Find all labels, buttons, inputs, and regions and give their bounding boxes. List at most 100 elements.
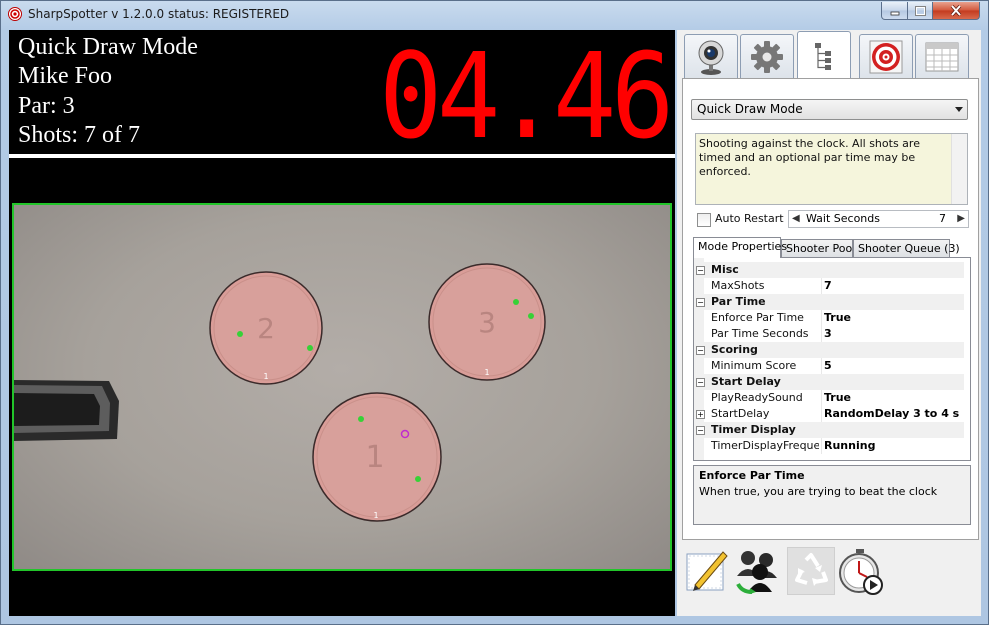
tab-camera[interactable] xyxy=(684,34,738,78)
recycle-icon xyxy=(795,553,828,586)
close-button[interactable] xyxy=(932,2,980,20)
collapse-icon[interactable]: − xyxy=(696,426,705,435)
wait-seconds-label: Wait Seconds xyxy=(806,212,880,225)
scoreboard: Quick Draw Mode Mike Foo Par: 3 Shots: 7… xyxy=(9,30,675,154)
edit-pencil-icon xyxy=(686,551,728,591)
category-start-delay[interactable]: − Start Delay xyxy=(694,374,964,390)
property-row[interactable]: Enforce Par Time True xyxy=(694,310,964,326)
webcam-icon xyxy=(698,40,724,75)
tab-shooter-pool[interactable]: Shooter Pool xyxy=(781,239,855,257)
property-row[interactable]: PlayReadySound True xyxy=(694,390,964,406)
calendar-grid-icon xyxy=(925,42,959,71)
target-bottom-label: 1 xyxy=(484,368,489,377)
stopwatch-play-icon xyxy=(839,549,883,595)
shooters-button[interactable] xyxy=(734,547,782,595)
collapse-icon[interactable]: − xyxy=(696,266,705,275)
mode-select[interactable]: Quick Draw Mode xyxy=(691,99,968,120)
target-number: 3 xyxy=(478,306,496,339)
property-value[interactable]: 5 xyxy=(824,358,832,374)
category-label: Par Time xyxy=(711,295,766,308)
category-par-time[interactable]: − Par Time xyxy=(694,294,964,310)
help-title: Enforce Par Time xyxy=(699,469,805,482)
hit-marker xyxy=(307,345,313,351)
auto-restart-checkbox[interactable] xyxy=(697,213,711,227)
collapse-icon[interactable]: − xyxy=(696,346,705,355)
property-name: PlayReadySound xyxy=(711,391,803,404)
gear-icon xyxy=(751,40,783,73)
collapse-icon[interactable]: − xyxy=(696,298,705,307)
camera-feed[interactable]: 2 1 3 1 1 1 xyxy=(12,203,672,571)
tab-settings[interactable] xyxy=(740,34,794,78)
tree-icon xyxy=(815,42,831,70)
maximize-button[interactable] xyxy=(907,2,933,20)
property-row[interactable]: Par Time Seconds 3 xyxy=(694,326,964,342)
hit-marker xyxy=(358,416,364,422)
property-tabs: Mode Properties Shooter Pool Shooter Que… xyxy=(693,237,973,258)
category-misc[interactable]: − Misc xyxy=(694,262,964,278)
target-2[interactable]: 2 1 xyxy=(209,271,323,385)
property-name: Enforce Par Time xyxy=(711,311,804,324)
action-toolbar xyxy=(677,543,981,613)
property-value[interactable]: 3 xyxy=(824,326,832,342)
property-value[interactable]: True xyxy=(824,310,851,326)
timer-text: 04.46 xyxy=(379,34,669,150)
title-bar[interactable]: SharpSpotter v 1.2.0.0 status: REGISTERE… xyxy=(1,1,988,29)
category-timer-display[interactable]: − Timer Display xyxy=(694,422,964,438)
timer-display: 04.46 xyxy=(379,34,673,150)
property-name: StartDelay xyxy=(711,407,770,420)
property-value[interactable]: True xyxy=(824,390,851,406)
expand-icon[interactable]: + xyxy=(696,410,705,419)
minimize-button[interactable] xyxy=(881,2,908,20)
wall-object xyxy=(14,380,119,441)
property-value[interactable]: RandomDelay 3 to 4 s xyxy=(824,406,959,422)
target-1[interactable]: 1 1 xyxy=(312,392,442,522)
wait-seconds-value: 7 xyxy=(939,212,946,225)
target-icon xyxy=(869,40,903,73)
arrow-right-icon[interactable]: ▶ xyxy=(957,211,965,227)
tab-modes[interactable] xyxy=(797,31,851,79)
property-name: Par Time Seconds xyxy=(711,327,809,340)
recycle-button[interactable] xyxy=(787,547,835,595)
help-description: When true, you are trying to beat the cl… xyxy=(699,485,938,498)
property-row[interactable]: + StartDelay RandomDelay 3 to 4 s xyxy=(694,406,964,422)
property-row[interactable]: TimerDisplayFrequency Running xyxy=(694,438,964,454)
collapse-icon[interactable]: − xyxy=(696,378,705,387)
auto-restart-label: Auto Restart xyxy=(715,212,784,225)
close-icon xyxy=(950,5,962,16)
property-row[interactable]: MaxShots 7 xyxy=(694,278,964,294)
main-tabs xyxy=(677,30,981,80)
target-bottom-label: 1 xyxy=(263,372,268,381)
property-value[interactable]: 7 xyxy=(824,278,832,294)
video-panel: 2 1 3 1 1 1 xyxy=(9,158,675,616)
target-3[interactable]: 3 1 xyxy=(428,263,546,381)
tab-targets[interactable] xyxy=(859,34,913,78)
edit-button[interactable] xyxy=(682,547,730,595)
hit-marker xyxy=(415,476,421,482)
start-timer-button[interactable] xyxy=(837,547,885,595)
shooter-name: Mike Foo xyxy=(18,63,113,89)
mode-page: Quick Draw Mode Shooting against the clo… xyxy=(682,78,979,540)
tab-mode-properties[interactable]: Mode Properties xyxy=(693,237,787,258)
par-label: Par: 3 xyxy=(18,93,75,119)
property-row[interactable]: Minimum Score 5 xyxy=(694,358,964,374)
category-label: Start Delay xyxy=(711,375,781,388)
wait-seconds-slider[interactable]: ◀ Wait Seconds 7 ▶ xyxy=(788,210,969,228)
category-label: Misc xyxy=(711,263,739,276)
property-name: MaxShots xyxy=(711,279,765,292)
tab-shooter-queue[interactable]: Shooter Queue (3) xyxy=(853,239,960,257)
mode-select-value: Quick Draw Mode xyxy=(697,102,803,116)
description-scrollbar[interactable] xyxy=(951,134,967,204)
property-value[interactable]: Running xyxy=(824,438,875,454)
app-target-icon xyxy=(8,7,22,21)
tab-schedule[interactable] xyxy=(915,34,969,78)
shooter-group-icon xyxy=(736,551,777,594)
target-bottom-label: 1 xyxy=(373,511,378,520)
hit-marker xyxy=(528,313,534,319)
minimize-icon xyxy=(890,11,899,15)
mode-description[interactable]: Shooting against the clock. All shots ar… xyxy=(695,133,968,205)
chevron-down-icon xyxy=(955,107,963,112)
property-help: Enforce Par Time When true, you are tryi… xyxy=(693,465,971,525)
category-scoring[interactable]: − Scoring xyxy=(694,342,964,358)
hit-marker xyxy=(237,331,243,337)
arrow-left-icon[interactable]: ◀ xyxy=(792,211,802,227)
